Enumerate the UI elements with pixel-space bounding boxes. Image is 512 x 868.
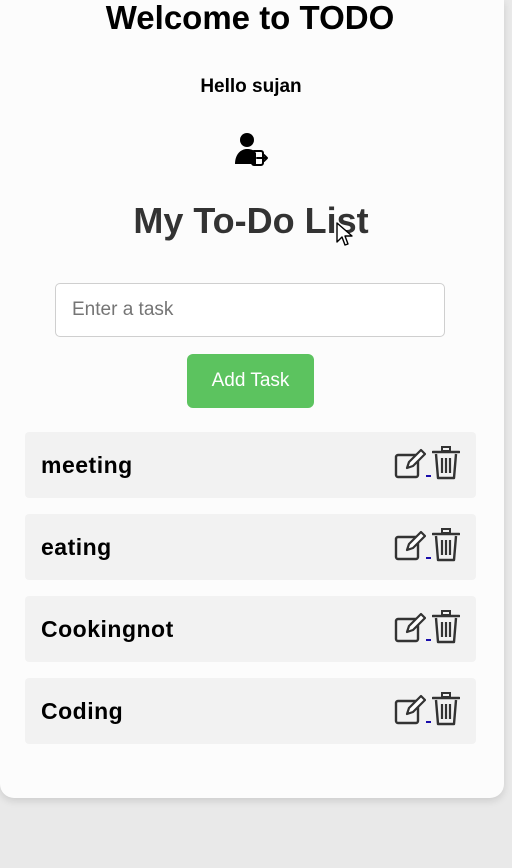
welcome-heading: Welcome to TODO xyxy=(105,0,395,36)
trash-icon[interactable] xyxy=(431,692,461,726)
edit-icon[interactable] xyxy=(394,530,427,562)
mouse-cursor-icon xyxy=(336,222,354,248)
task-label: eating xyxy=(41,534,112,560)
link-underline xyxy=(426,557,431,559)
edit-icon[interactable] xyxy=(394,694,427,726)
edit-icon[interactable] xyxy=(394,612,427,644)
todo-card: Welcome to TODO Hello sujan My To-Do Lis… xyxy=(0,0,504,798)
greeting-text: Hello sujan xyxy=(200,76,302,97)
edit-icon[interactable] xyxy=(394,448,427,480)
add-task-button[interactable]: Add Task xyxy=(187,354,314,408)
task-item: eating xyxy=(25,514,476,580)
trash-icon[interactable] xyxy=(431,528,461,562)
link-underline xyxy=(426,475,431,477)
task-label: Coding xyxy=(41,698,124,724)
trash-icon[interactable] xyxy=(431,446,461,480)
user-logout-icon[interactable] xyxy=(233,132,269,168)
task-item: meeting xyxy=(25,432,476,498)
link-underline xyxy=(426,639,431,641)
link-underline xyxy=(426,721,431,723)
trash-icon[interactable] xyxy=(431,610,461,644)
task-label: meeting xyxy=(41,452,133,478)
task-list: meeting eating Cookingnot Coding xyxy=(25,432,476,760)
list-title: My To-Do List xyxy=(133,200,369,241)
task-label: Cookingnot xyxy=(41,616,174,642)
task-item: Coding xyxy=(25,678,476,744)
task-input[interactable] xyxy=(55,283,445,337)
task-item: Cookingnot xyxy=(25,596,476,662)
